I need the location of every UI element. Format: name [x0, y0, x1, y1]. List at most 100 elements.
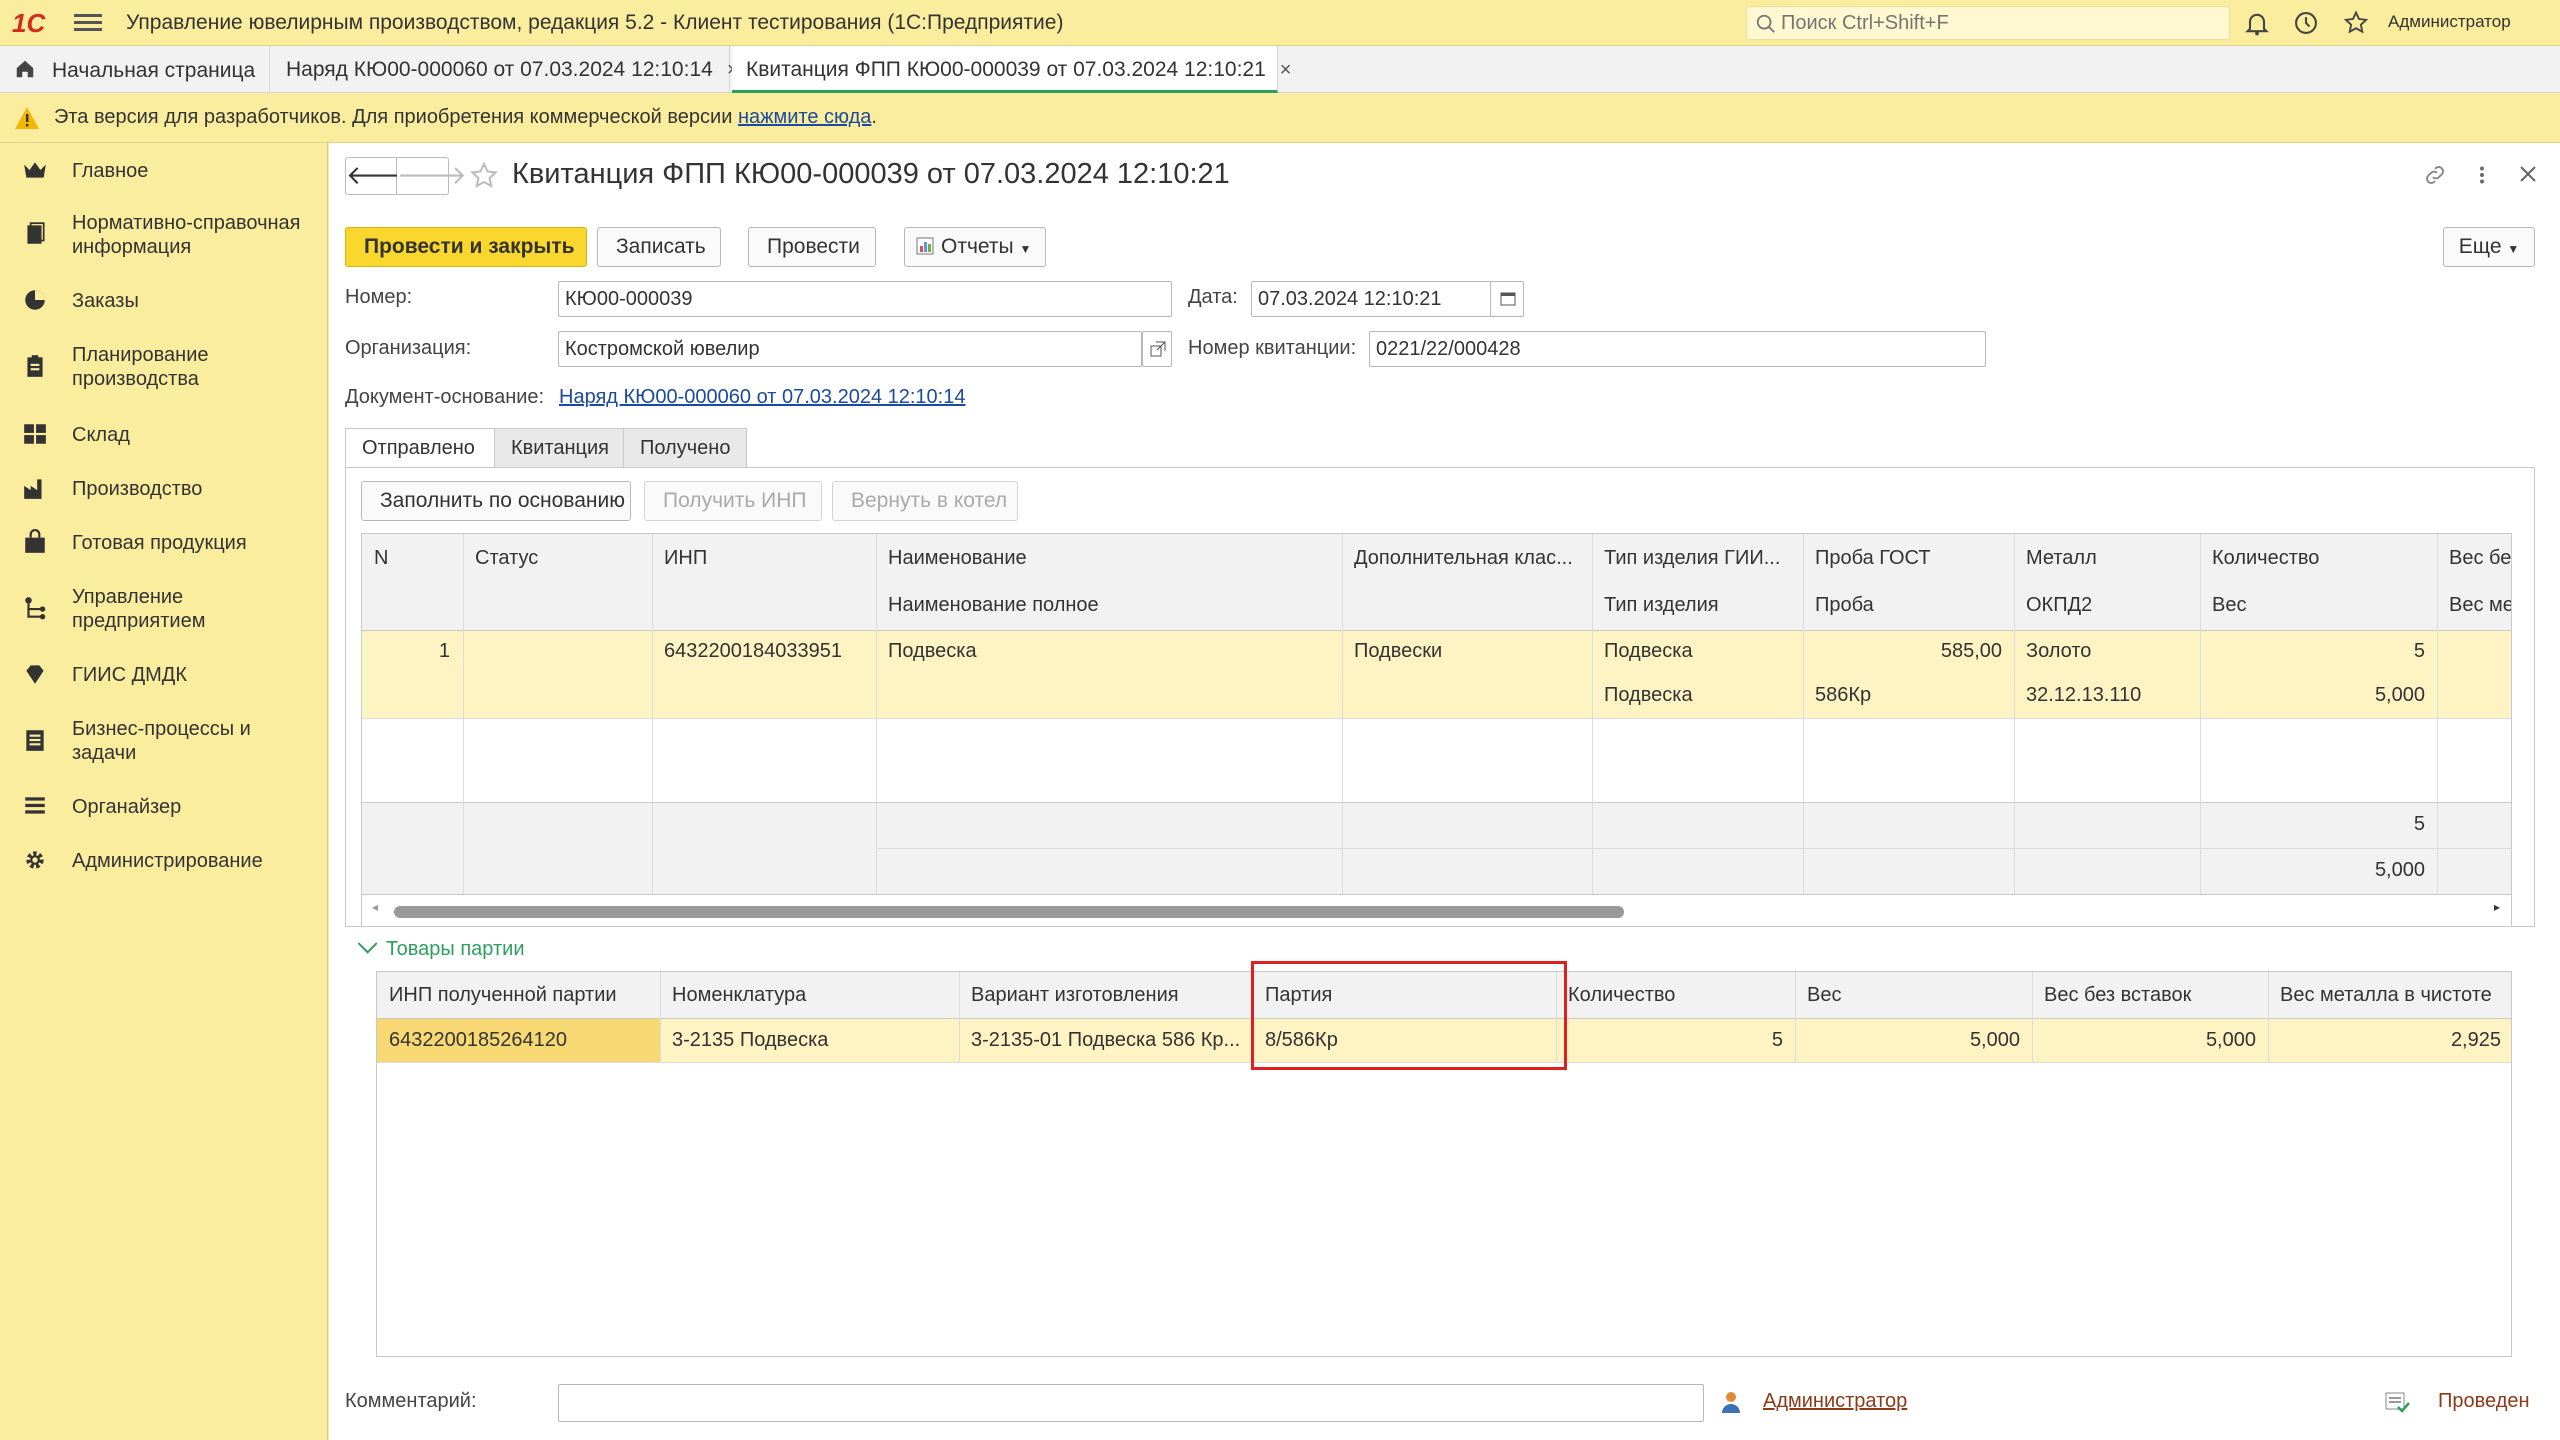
total-qty: 5 [2413, 813, 2425, 835]
basis-document-link[interactable]: Наряд КЮ00-000060 от 07.03.2024 12:10:14 [559, 386, 965, 409]
batch-goods-toggle[interactable]: Товары партии [357, 933, 525, 961]
column-header[interactable]: Вес металла в чистоте [2268, 981, 2511, 1009]
column-header[interactable]: Вес [2200, 591, 2437, 619]
column-header[interactable]: Статус [463, 544, 652, 572]
crown-icon [24, 162, 46, 178]
date-field[interactable]: 07.03.2024 12:10:21 [1251, 281, 1491, 317]
history-icon[interactable] [2292, 9, 2320, 37]
sidebar-item-business-processes[interactable]: Бизнес-процессы и задачи [0, 713, 326, 767]
column-header[interactable]: N [362, 544, 462, 572]
column-header[interactable]: Проба [1803, 591, 2014, 619]
forward-button[interactable]: 🡒 [397, 157, 467, 195]
total-weight: 5,000 [2374, 859, 2425, 881]
close-icon[interactable] [2516, 162, 2540, 186]
organizer-icon [25, 797, 45, 814]
column-header[interactable]: Количество [2200, 544, 2437, 572]
date-label: Дата: [1188, 286, 1238, 308]
sidebar-item-label: Управление предприятием [72, 586, 206, 632]
column-header[interactable]: ИНП полученной партии [377, 981, 660, 1009]
receipt-number-field[interactable]: 0221/22/000428 [1369, 331, 1986, 367]
row-weight: 5,000 [2374, 684, 2425, 706]
column-header[interactable]: Вес без вставок [2032, 981, 2268, 1009]
link-icon[interactable] [2422, 162, 2448, 188]
sidebar-item-finished-goods[interactable]: Готовая продукция [0, 525, 326, 561]
search-input[interactable] [1781, 11, 2221, 35]
page-title: Квитанция ФПП КЮ00-000039 от 07.03.2024 … [512, 158, 1230, 190]
more-button[interactable]: Еще ▼ [2443, 227, 2535, 267]
organization-field[interactable]: Костромской ювелир [558, 331, 1142, 367]
column-header[interactable]: Вес бе [2437, 544, 2511, 572]
sidebar-item-orders[interactable]: Заказы [0, 283, 326, 319]
more-vertical-icon[interactable] [2476, 162, 2488, 188]
column-header[interactable]: Количество [1556, 981, 1795, 1009]
column-header[interactable]: Дополнительная клас... [1342, 544, 1592, 572]
clipboard-icon [27, 355, 43, 377]
sidebar-item-reference[interactable]: Нормативно-справочная информация [0, 207, 326, 261]
fill-by-basis-button[interactable]: Заполнить по основанию [361, 481, 631, 521]
scroll-right-icon[interactable]: ▸ [2494, 900, 2500, 914]
tab-received[interactable]: Получено [623, 428, 747, 468]
column-header[interactable]: Вариант изготовления [959, 981, 1253, 1009]
favorites-star-icon[interactable] [2342, 9, 2370, 37]
sidebar-item-planning[interactable]: Планирование производства [0, 339, 326, 393]
sidebar-item-administration[interactable]: Администрирование [0, 843, 326, 879]
sidebar-item-organizer[interactable]: Органайзер [0, 789, 326, 825]
close-icon[interactable]: × [1280, 59, 1292, 81]
get-inp-button[interactable]: Получить ИНП [644, 481, 822, 521]
favorite-star-icon[interactable] [468, 160, 500, 192]
tab-home[interactable]: Начальная страница [0, 46, 270, 93]
open-organization-button[interactable] [1142, 331, 1172, 367]
post-button[interactable]: Провести [748, 227, 876, 267]
horizontal-scrollbar[interactable]: ◂ ▸ [362, 896, 2511, 926]
books-icon [27, 222, 45, 244]
sent-items-table: N Статус ИНП Наименование Дополнительная… [361, 533, 2512, 927]
row-weight: 5,000 [1969, 1029, 2020, 1051]
column-header[interactable]: ИНП [652, 544, 876, 572]
comment-field[interactable] [558, 1384, 1704, 1422]
calendar-button[interactable] [1490, 281, 1524, 317]
bell-icon[interactable] [2243, 9, 2271, 37]
number-field[interactable]: КЮ00-000039 [558, 281, 1172, 317]
current-user[interactable]: Администратор [2388, 12, 2511, 32]
tab-order[interactable]: Наряд КЮ00-000060 от 07.03.2024 12:10:14… [272, 46, 739, 93]
column-header[interactable]: Тип изделия [1592, 591, 1803, 619]
menu-icon[interactable] [74, 10, 102, 36]
row-qty: 5 [1771, 1029, 1783, 1051]
sidebar-item-management[interactable]: Управление предприятием [0, 581, 326, 635]
report-icon [916, 237, 934, 255]
save-button[interactable]: Записать [597, 227, 721, 267]
global-search[interactable] [1746, 6, 2230, 40]
column-header[interactable]: Тип изделия ГИИ... [1592, 544, 1803, 572]
pie-icon [25, 290, 45, 310]
back-button[interactable]: 🡐 [345, 157, 416, 195]
sidebar-item-giis[interactable]: ГИИС ДМДК [0, 657, 326, 693]
sidebar-item-main[interactable]: Главное [0, 153, 326, 189]
author-link[interactable]: Администратор [1763, 1390, 1907, 1413]
row-probe: 586Кр [1815, 684, 1872, 706]
notice-link[interactable]: нажмите сюда [738, 106, 871, 128]
sidebar-item-production[interactable]: Производство [0, 471, 326, 507]
return-to-pot-button[interactable]: Вернуть в котел [832, 481, 1018, 521]
post-and-close-button[interactable]: Провести и закрыть [345, 227, 587, 267]
sidebar-item-warehouse[interactable]: Склад [0, 417, 326, 453]
sidebar-item-label: Администрирование [72, 850, 263, 872]
column-header[interactable]: Проба ГОСТ [1803, 544, 2014, 572]
reports-button[interactable]: Отчеты ▼ [904, 227, 1046, 267]
column-header[interactable]: Наименование полное [876, 591, 1342, 619]
row-inp: 6432200184033951 [664, 640, 842, 662]
row-weight-no-inserts: 5,000 [2205, 1029, 2256, 1051]
dropdown-arrow-icon: ▼ [2507, 242, 2520, 256]
row-qty: 5 [2413, 640, 2425, 662]
column-header[interactable]: ОКПД2 [2014, 591, 2200, 619]
tab-receipt[interactable]: Квитанция [494, 428, 624, 468]
column-header[interactable]: Номенклатура [660, 981, 959, 1009]
column-header[interactable]: Вес [1795, 981, 2032, 1009]
tab-receipt[interactable]: Квитанция ФПП КЮ00-000039 от 07.03.2024 … [732, 46, 1291, 93]
column-header[interactable]: Металл [2014, 544, 2200, 572]
scrollbar-thumb[interactable] [394, 906, 1624, 918]
tab-sent[interactable]: Отправлено [345, 428, 495, 468]
column-header[interactable]: Вес ме [2437, 591, 2511, 619]
column-header[interactable]: Наименование [876, 544, 1342, 572]
search-icon [1756, 14, 1775, 33]
scroll-left-icon[interactable]: ◂ [372, 900, 378, 914]
